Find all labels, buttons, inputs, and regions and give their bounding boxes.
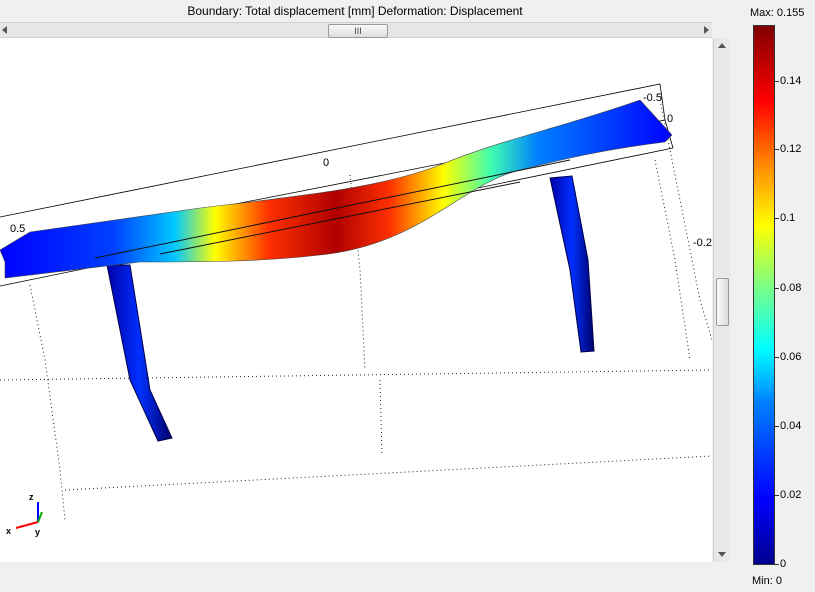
color-legend-bar [753, 25, 775, 565]
legend-tick-label: 0.06 [780, 351, 802, 363]
bottom-strip [0, 562, 730, 592]
legend-tick-label: 0.08 [780, 282, 802, 294]
triad-x-label: x [6, 526, 11, 536]
legend-tick [775, 495, 779, 496]
axis-triad-icon: z x y [6, 492, 43, 537]
legend-tick-label: 0.04 [780, 420, 802, 432]
legend-tick [775, 81, 779, 82]
vertical-scrollbar[interactable] [713, 38, 730, 562]
horizontal-scrollbar[interactable]: III [0, 22, 712, 38]
plot-title: Boundary: Total displacement [mm] Deform… [187, 4, 523, 18]
legend-tick-label: 0 [780, 558, 787, 570]
axis-label-0-5: 0.5 [10, 223, 25, 235]
3d-graphics-viewport[interactable]: -0.5 0 0 0.5 -0.2 z x y [0, 38, 712, 562]
axis-label-0-right: 0 [667, 113, 673, 125]
scroll-up-arrow-icon[interactable] [718, 43, 726, 48]
triad-z-label: z [29, 492, 34, 502]
legend-tick [775, 426, 779, 427]
legend-tick [775, 564, 779, 565]
legend-tick [775, 218, 779, 219]
horizontal-scroll-thumb[interactable]: III [328, 24, 388, 38]
scroll-right-arrow-icon[interactable] [704, 26, 709, 34]
legend-tick [775, 288, 779, 289]
legend-tick-label: 0.12 [780, 143, 802, 155]
legend-tick-label: 0.14 [780, 75, 802, 87]
scroll-down-arrow-icon[interactable] [718, 552, 726, 557]
axis-label-neg-0-2: -0.2 [693, 237, 712, 249]
grid-lines [0, 99, 712, 521]
triad-y-label: y [35, 527, 40, 537]
plot-canvas[interactable]: -0.5 0 0 0.5 -0.2 z x y [0, 38, 712, 562]
legend-tick [775, 149, 779, 150]
vertical-scroll-thumb[interactable] [716, 278, 729, 326]
axis-label-neg-0-5: -0.5 [643, 92, 662, 104]
axis-label-0-center: 0 [323, 157, 329, 169]
legend-tick-label: 0.1 [780, 212, 796, 224]
legend-tick-label: 0.02 [780, 489, 802, 501]
legend-min-label: Min: 0 [752, 575, 782, 587]
scroll-left-arrow-icon[interactable] [2, 26, 7, 34]
legend-tick [775, 357, 779, 358]
legend-max-label: Max: 0.155 [750, 7, 805, 19]
